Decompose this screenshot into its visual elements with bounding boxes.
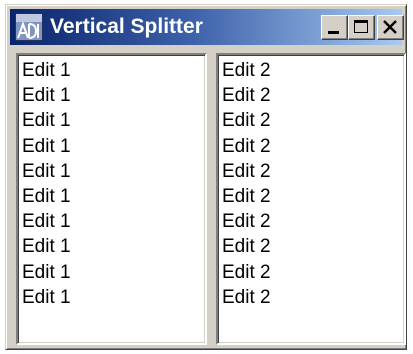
minimize-button[interactable] (321, 15, 348, 40)
edit-2-line: Edit 2 (222, 261, 271, 283)
edit-2-line: Edit 2 (222, 110, 271, 132)
client-area: Edit 1 Edit 1 Edit 1 Edit 1 Edit 1 Edit … (10, 47, 406, 345)
app-window: Vertical Splitter Edit 1 Edit 1 Edit 1 E (5, 4, 407, 350)
edit-1-line: Edit 1 (22, 286, 71, 308)
close-icon (383, 20, 397, 34)
edit-1-line: Edit 1 (22, 261, 71, 283)
edit-1-lines: Edit 1 Edit 1 Edit 1 Edit 1 Edit 1 Edit … (22, 58, 71, 310)
app-icon[interactable] (15, 13, 43, 41)
edit-1-line: Edit 1 (22, 60, 71, 81)
edit-2-line: Edit 2 (222, 135, 271, 157)
edit-2-line: Edit 2 (222, 85, 271, 107)
edit-2-textbox[interactable]: Edit 2 Edit 2 Edit 2 Edit 2 Edit 2 Edit … (216, 53, 406, 345)
edit-1-line: Edit 1 (22, 110, 71, 132)
edit-2-line: Edit 2 (222, 60, 271, 81)
maximize-icon (354, 20, 368, 33)
edit-1-line: Edit 1 (22, 85, 71, 107)
edit-1-line: Edit 1 (22, 135, 71, 157)
edit-2-line: Edit 2 (222, 186, 271, 208)
edit-1-line: Edit 1 (22, 236, 71, 258)
edit-1-line: Edit 1 (22, 186, 71, 208)
edit-1-textbox[interactable]: Edit 1 Edit 1 Edit 1 Edit 1 Edit 1 Edit … (16, 53, 207, 345)
edit-1-line: Edit 1 (22, 211, 71, 233)
edit-2-line: Edit 2 (222, 236, 271, 258)
vertical-splitter-bar[interactable] (207, 53, 216, 345)
minimize-icon (328, 31, 339, 34)
edit-2-line: Edit 2 (222, 211, 271, 233)
edit-2-line: Edit 2 (222, 286, 271, 308)
window-title: Vertical Splitter (50, 15, 203, 38)
title-bar[interactable]: Vertical Splitter (10, 9, 404, 45)
edit-2-lines: Edit 2 Edit 2 Edit 2 Edit 2 Edit 2 Edit … (222, 58, 271, 310)
close-button[interactable] (377, 15, 404, 40)
maximize-button[interactable] (348, 15, 375, 40)
edit-2-line: Edit 2 (222, 160, 271, 182)
edit-1-line: Edit 1 (22, 160, 71, 182)
